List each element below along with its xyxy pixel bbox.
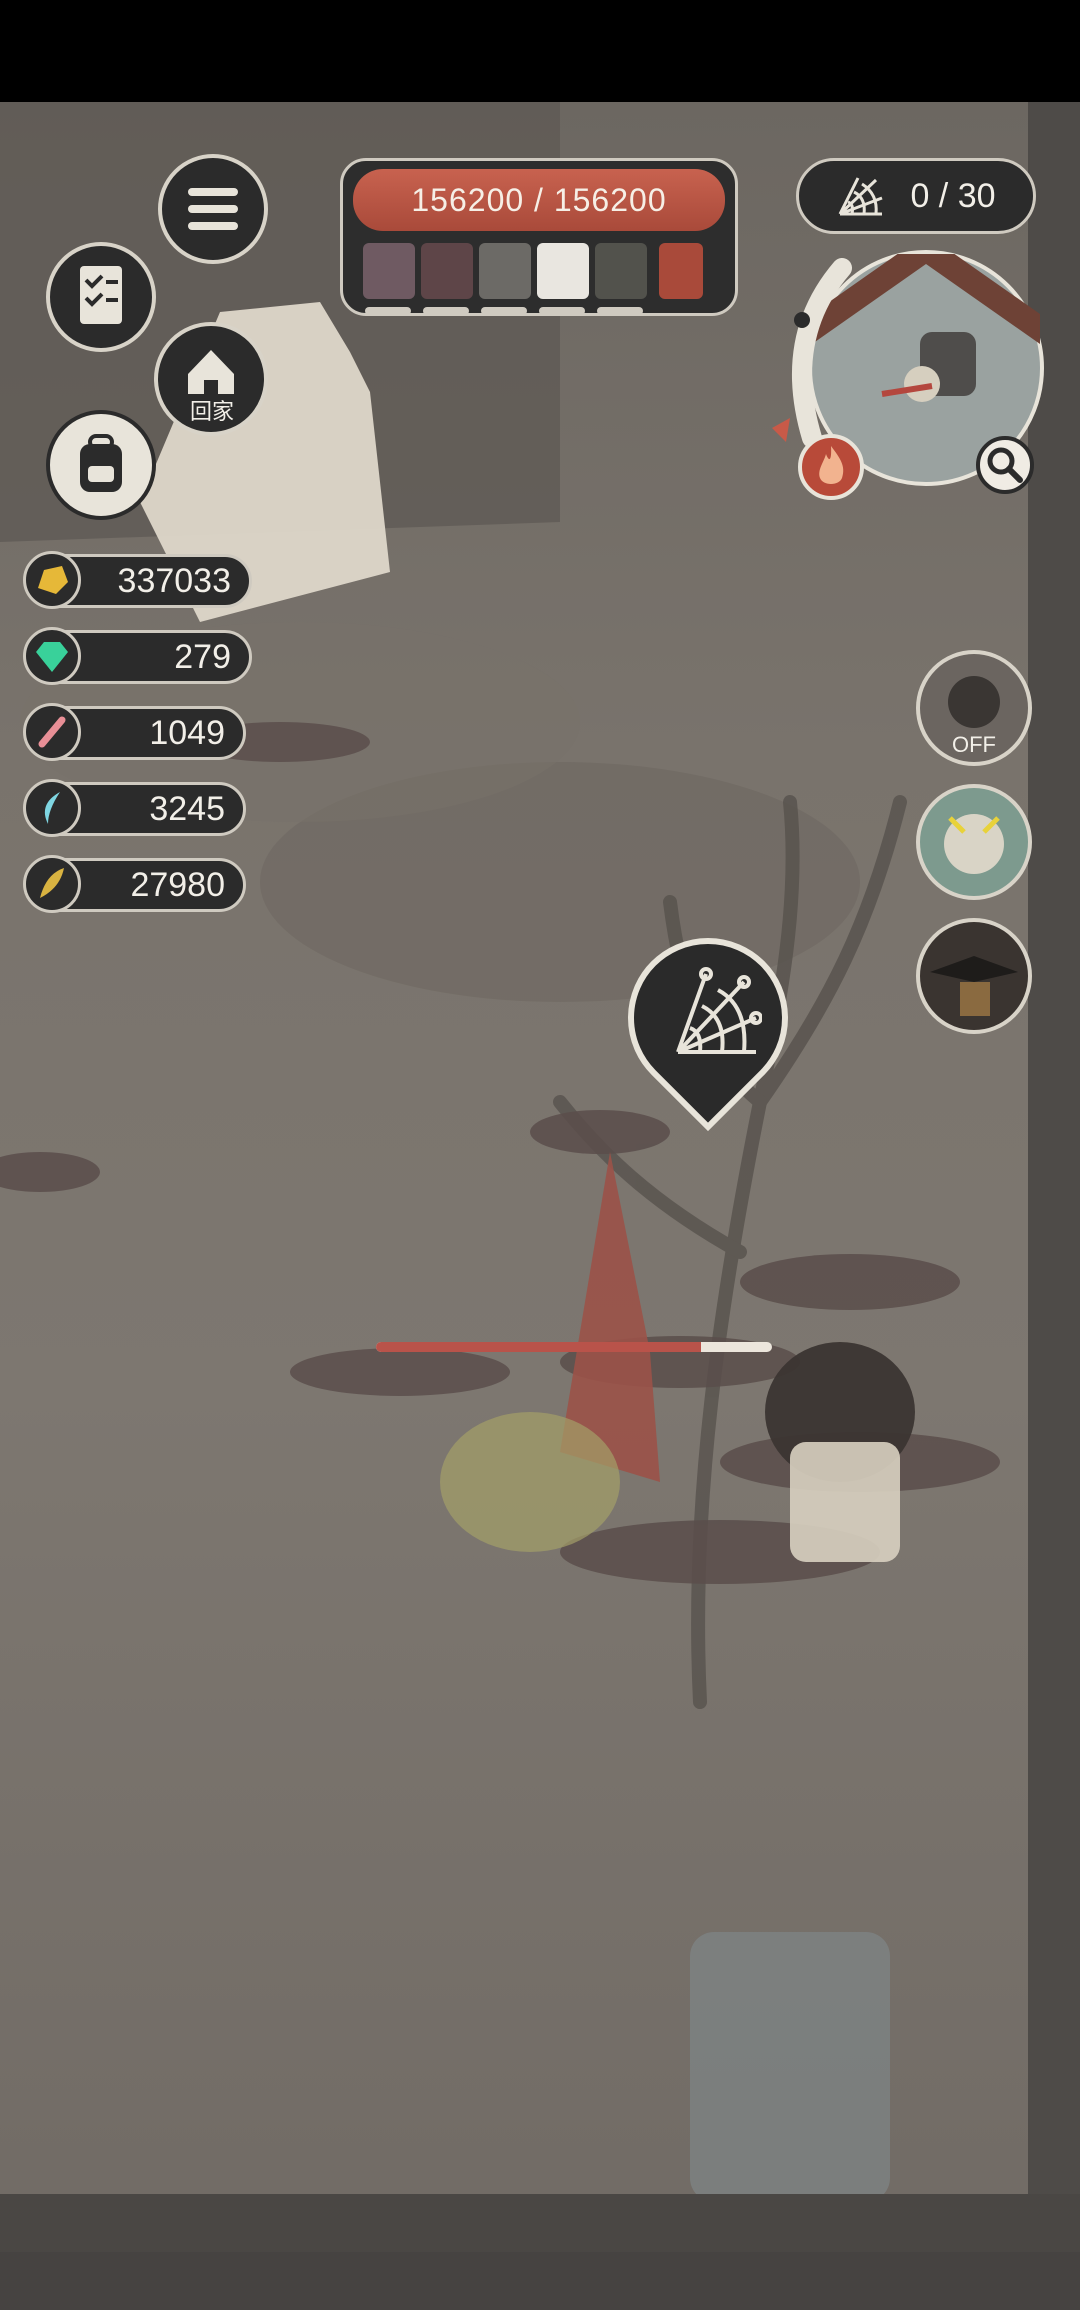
hamburger-menu-icon	[188, 188, 238, 230]
health-bar: 156200 / 156200	[353, 169, 725, 231]
flame-icon	[819, 446, 844, 484]
lion-portrait-icon	[944, 814, 1004, 874]
party-member-slot[interactable]	[479, 243, 531, 299]
feather-icon	[23, 855, 81, 913]
web-counter: 0 / 30	[796, 158, 1036, 234]
party-member-slot[interactable]	[595, 243, 647, 299]
gem-amount: 279	[174, 637, 231, 676]
auto-battle-toggle[interactable]: OFF	[916, 650, 1032, 766]
bone-amount: 1049	[149, 713, 225, 752]
ground-strip	[0, 2194, 1080, 2252]
party-member-slot[interactable]	[421, 243, 473, 299]
feather-amount: 27980	[130, 865, 225, 904]
backpack-button[interactable]	[46, 410, 156, 520]
home-label: 回家	[178, 394, 246, 424]
member-hp-bar	[365, 307, 411, 315]
web-counter-text: 0 / 30	[910, 176, 996, 215]
home-button[interactable]: 回家	[154, 322, 268, 436]
green-gem-icon	[23, 627, 81, 685]
resource-fang: 3245	[23, 779, 246, 837]
hunter-skill-button[interactable]	[916, 918, 1032, 1034]
map-search-button[interactable]	[976, 436, 1034, 494]
party-member-slot[interactable]	[537, 243, 589, 299]
status-bar	[0, 0, 1080, 102]
member-hp-bar	[539, 307, 585, 315]
crescent-fang-icon	[23, 779, 81, 837]
team-health-panel: 156200 / 156200	[340, 158, 738, 316]
target-progress-bar	[376, 1342, 772, 1352]
gold-amount: 337033	[117, 561, 231, 600]
target-progress-fill	[376, 1342, 701, 1352]
member-hp-bar	[597, 307, 643, 315]
party-skill-button[interactable]	[659, 243, 703, 299]
menu-button[interactable]	[158, 154, 268, 264]
resource-gem: 279	[23, 627, 252, 685]
hunter-portrait-icon	[930, 956, 1018, 1016]
magnifier-icon	[987, 447, 1023, 483]
gold-nugget-icon	[23, 551, 81, 609]
member-hp-bar	[481, 307, 527, 315]
auto-battle-label: OFF	[952, 732, 996, 757]
warrior-portrait-icon	[948, 676, 1000, 728]
spider-web-marker-icon	[676, 967, 762, 1054]
quest-button[interactable]	[46, 242, 156, 352]
day-night-dial	[772, 258, 852, 448]
campfire-button[interactable]	[798, 434, 864, 500]
fang-amount: 3245	[149, 789, 225, 828]
resource-gold: 337033	[23, 551, 252, 609]
member-hp-bar	[423, 307, 469, 315]
companion-skill-button[interactable]	[916, 784, 1032, 900]
spider-web-icon	[839, 177, 883, 216]
navigation-bar	[0, 2252, 1080, 2310]
party-member-slot[interactable]	[363, 243, 415, 299]
resource-feather: 27980	[23, 855, 246, 913]
checklist-icon	[80, 266, 122, 324]
backpack-icon	[80, 434, 122, 492]
bone-icon	[23, 703, 81, 761]
resource-bone: 1049	[23, 703, 246, 761]
